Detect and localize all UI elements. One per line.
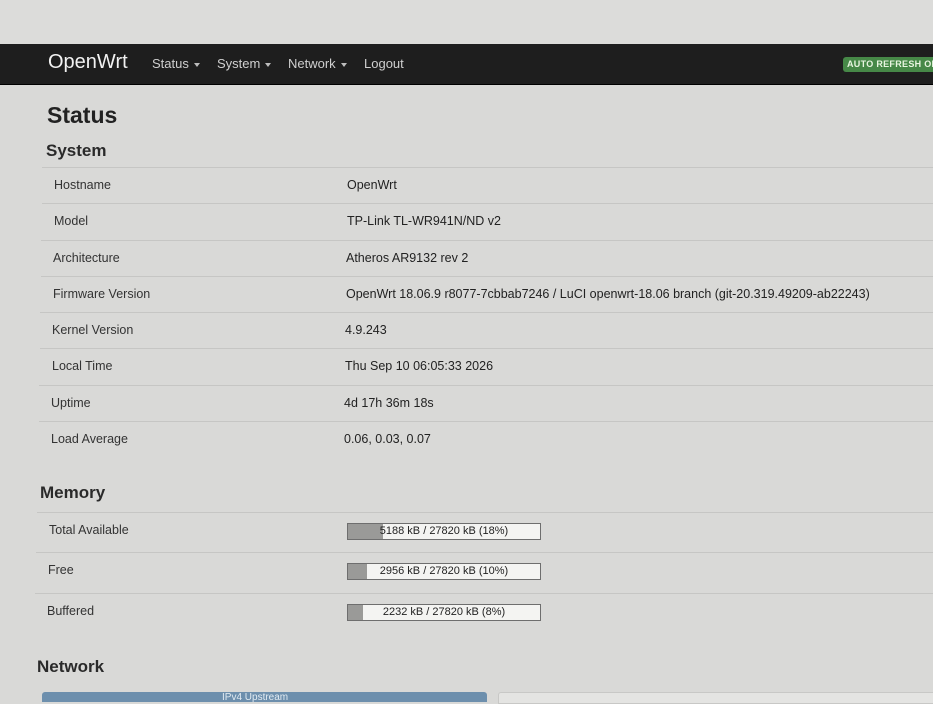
chevron-down-icon [193,62,200,67]
row-label: Total Available [49,523,129,537]
network-tab-label: IPv4 Upstream [222,692,289,703]
menu-system[interactable]: System [217,56,272,71]
page-title: Status [47,102,118,128]
row-label: Free [48,563,74,577]
table-row: Model TP-Link TL-WR941N/ND v2 [42,203,933,240]
row-value: 0.06, 0.03, 0.07 [344,432,431,446]
chevron-down-icon [340,62,347,67]
row-value: Thu Sep 10 06:05:33 2026 [345,359,494,373]
menu-status[interactable]: Status [152,56,200,71]
menu-status-label: Status [152,56,189,71]
auto-refresh-badge[interactable]: AUTO REFRESH ON [843,57,933,72]
row-label: Model [54,214,89,228]
menu-system-label: System [217,56,261,71]
menu-logout[interactable]: Logout [364,56,404,71]
table-row: Hostname OpenWrt [42,167,933,204]
table-row: Buffered 2232 kB / 27820 kB (8%) [35,593,933,634]
row-label: Architecture [53,251,120,265]
table-row: Architecture Atheros AR9132 rev 2 [41,240,933,277]
navbar: OpenWrt Status System Network Logout AUT… [0,44,933,85]
table-row: Firmware Version OpenWrt 18.06.9 r8077-7c… [41,276,933,313]
table-row: Load Average 0.06, 0.03, 0.07 [39,421,933,458]
row-value: 4d 17h 36m 18s [344,396,434,410]
row-label: Kernel Version [52,323,134,337]
table-row: Kernel Version 4.9.243 [40,312,933,349]
section-title-system: System [46,141,107,160]
progress-text: 5188 kB / 27820 kB (18%) [379,525,509,537]
memory-progress-bar: 5188 kB / 27820 kB (18%) [347,523,541,540]
brand-logo[interactable]: OpenWrt [48,51,128,74]
row-value: Atheros AR9132 rev 2 [346,251,469,265]
row-label: Local Time [52,359,113,373]
table-row: Local Time Thu Sep 10 06:05:33 2026 [40,348,933,385]
chevron-down-icon [265,62,272,67]
network-tab-inactive[interactable] [498,692,933,704]
row-label: Buffered [47,604,95,618]
row-value: OpenWrt 18.06.9 r8077-7cbbab7246 / LuCI … [346,287,870,301]
browser-top-strip [0,0,933,44]
menu-network-label: Network [288,56,336,71]
row-value: 4.9.243 [345,323,387,337]
row-label: Uptime [51,396,91,410]
section-title-memory: Memory [40,483,106,502]
row-label: Hostname [54,178,111,192]
row-label: Firmware Version [53,287,151,301]
memory-progress-bar: 2956 kB / 27820 kB (10%) [347,563,541,580]
progress-text: 2232 kB / 27820 kB (8%) [382,606,506,618]
memory-progress-bar: 2232 kB / 27820 kB (8%) [347,604,541,621]
section-title-network: Network [37,657,105,676]
row-value: OpenWrt [347,178,397,192]
menu-network[interactable]: Network [288,56,347,71]
row-value: TP-Link TL-WR941N/ND v2 [347,214,501,228]
progress-text: 2956 kB / 27820 kB (10%) [379,565,509,577]
table-row: Total Available 5188 kB / 27820 kB (18%) [37,512,933,553]
table-row: Free 2956 kB / 27820 kB (10%) [36,552,933,593]
table-row: Uptime 4d 17h 36m 18s [39,385,933,422]
row-label: Load Average [51,432,128,446]
